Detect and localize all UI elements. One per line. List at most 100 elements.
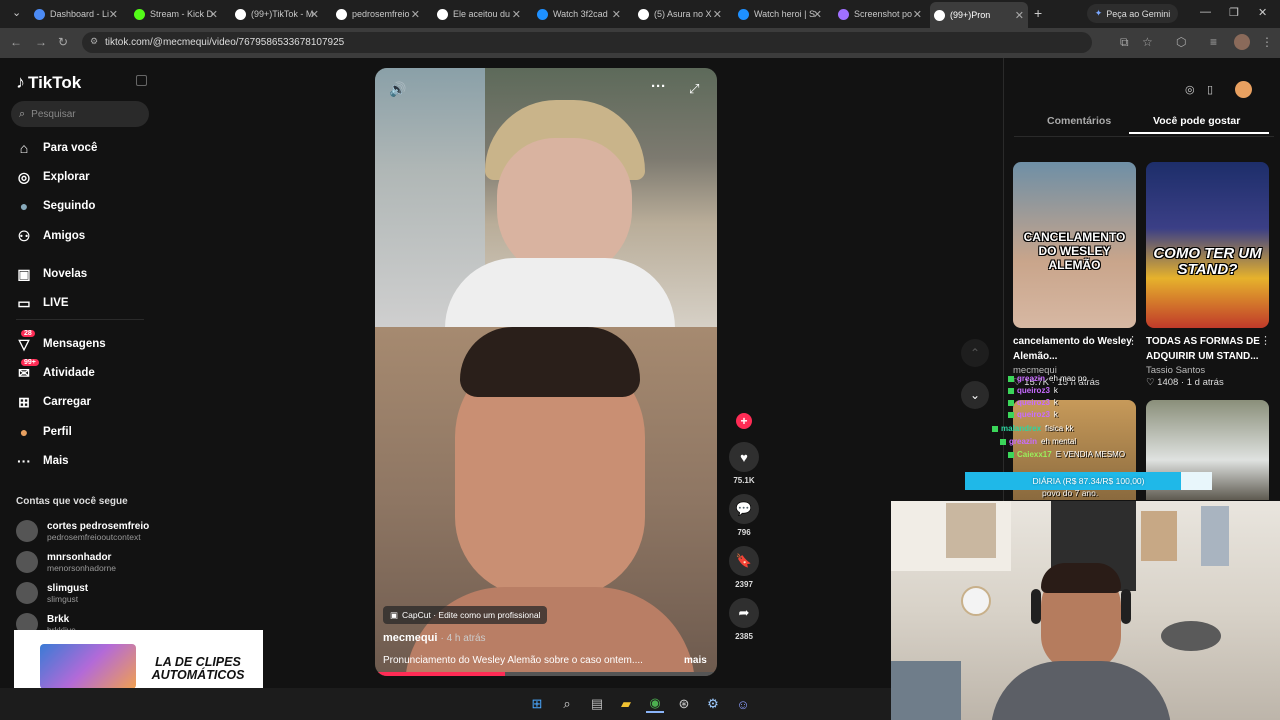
forward-button[interactable]: → bbox=[35, 35, 47, 49]
nav-item[interactable]: ⌂ Para você bbox=[16, 140, 98, 156]
browser-tab[interactable]: (5) Asura no X ✕ bbox=[634, 4, 726, 24]
nav-item[interactable]: ▣ Novelas bbox=[16, 266, 87, 282]
upload-icon: ⊞ bbox=[18, 393, 30, 410]
video-author[interactable]: mecmequi bbox=[383, 632, 437, 644]
obs-taskbar-icon[interactable]: ⊛ bbox=[675, 695, 693, 713]
capcut-text: CapCut · Edite como um profissional bbox=[402, 610, 541, 620]
maximize-button[interactable]: ❐ bbox=[1229, 6, 1239, 19]
close-tab-icon[interactable]: ✕ bbox=[209, 8, 218, 21]
card-options-icon[interactable]: ⋮ bbox=[1260, 334, 1271, 347]
following-account[interactable]: slimgust slimgust bbox=[16, 582, 88, 604]
windows-start-icon[interactable]: ⊞ bbox=[528, 695, 546, 713]
following-account[interactable]: mnrsonhador menorsonhadorne bbox=[16, 551, 116, 573]
search-input[interactable]: ⌕ Pesquisar bbox=[11, 101, 149, 127]
steam-taskbar-icon[interactable]: ⚙ bbox=[704, 695, 722, 713]
video-progress-track[interactable] bbox=[375, 672, 717, 676]
tab-groups-icon[interactable]: ≡ bbox=[1210, 35, 1217, 49]
save-action[interactable]: 🔖 2397 bbox=[728, 546, 760, 589]
nav-item[interactable]: ● Seguindo bbox=[16, 198, 96, 214]
recommended-card[interactable]: COMO TER UM STAND? TODAS AS FORMAS DE AD… bbox=[1146, 162, 1269, 388]
bookmark-icon[interactable]: 🔖 bbox=[729, 546, 759, 576]
chrome-taskbar-icon[interactable]: ◉ bbox=[646, 695, 664, 713]
tab-search-icon[interactable]: ⌄ bbox=[12, 6, 21, 19]
nav-item[interactable]: ··· Mais bbox=[16, 453, 69, 469]
profile-avatar[interactable] bbox=[1234, 34, 1250, 50]
volume-icon[interactable]: 🔊 bbox=[389, 81, 406, 98]
file-explorer-icon[interactable]: ▰ bbox=[617, 695, 635, 713]
previous-video-button[interactable]: ⌃ bbox=[961, 339, 989, 367]
new-tab-button[interactable]: + bbox=[1034, 5, 1042, 21]
nav-item[interactable]: ⊞ Carregar bbox=[16, 394, 91, 410]
fullscreen-icon[interactable]: ⤢ bbox=[689, 81, 699, 97]
nav-item[interactable]: ▽ Mensagens 28 bbox=[16, 330, 106, 352]
close-tab-icon[interactable]: ✕ bbox=[612, 8, 621, 21]
back-button[interactable]: ← bbox=[10, 35, 22, 49]
close-tab-icon[interactable]: ✕ bbox=[512, 8, 521, 21]
browser-tab[interactable]: Screenshot po ✕ bbox=[834, 4, 926, 24]
browser-tab[interactable]: pedrosemfreio ✕ bbox=[332, 4, 424, 24]
video-more-icon[interactable]: ··· bbox=[651, 78, 666, 95]
video-player[interactable]: 🔊 ··· ⤢ ▣ CapCut · Edite como um profiss… bbox=[375, 68, 717, 676]
nav-item[interactable]: ● Perfil bbox=[16, 424, 72, 440]
tiktok-note-icon: ♪ bbox=[16, 72, 25, 92]
browser-tab[interactable]: Stream - Kick D ✕ bbox=[130, 4, 222, 24]
search-placeholder: Pesquisar bbox=[31, 108, 76, 120]
chat-badge-icon bbox=[1008, 399, 1014, 406]
taskbar-search-icon[interactable]: ⌕ bbox=[558, 695, 576, 713]
nav-item[interactable]: ◎ Explorar bbox=[16, 169, 90, 185]
collapse-sidebar-icon[interactable] bbox=[136, 75, 147, 86]
close-tab-icon[interactable]: ✕ bbox=[411, 8, 420, 21]
extensions-icon[interactable]: ⬡ bbox=[1176, 35, 1186, 49]
site-info-icon[interactable]: ⚙ bbox=[90, 36, 98, 47]
capcut-badge[interactable]: ▣ CapCut · Edite como um profissional bbox=[383, 606, 548, 624]
comment-action[interactable]: 💬 796 bbox=[728, 494, 760, 537]
user-avatar[interactable] bbox=[1235, 81, 1252, 98]
browser-tab[interactable]: Dashboard - Li ✕ bbox=[30, 4, 122, 24]
heart-icon[interactable]: ♥ bbox=[729, 442, 759, 472]
tab-comments[interactable]: Comentários bbox=[1047, 115, 1111, 127]
tab-favicon-icon bbox=[738, 8, 749, 20]
device-icon[interactable]: ▯ bbox=[1207, 83, 1213, 96]
browser-tab[interactable]: Watch 3f2cad ✕ bbox=[533, 4, 625, 24]
card-options-icon[interactable]: ⋮ bbox=[1127, 334, 1138, 347]
nav-item[interactable]: ⚇ Amigos bbox=[16, 228, 85, 244]
tab-you-may-like[interactable]: Você pode gostar bbox=[1153, 115, 1240, 127]
tiktok-logo[interactable]: ♪ TikTok bbox=[16, 72, 81, 93]
gemini-button[interactable]: ✦ Peça ao Gemini bbox=[1087, 4, 1178, 23]
share-icon[interactable]: ➦ bbox=[729, 598, 759, 628]
avatar bbox=[16, 551, 38, 573]
comment-icon[interactable]: 💬 bbox=[729, 494, 759, 524]
recommended-card[interactable]: CANCELAMENTO DO WESLEY ALEMÃO cancelamen… bbox=[1013, 162, 1136, 388]
browser-tab[interactable]: Watch heroi | S ✕ bbox=[734, 4, 826, 24]
browser-tab[interactable]: (99+)Pron ✕ bbox=[930, 2, 1028, 28]
bookmark-star-icon[interactable]: ☆ bbox=[1142, 35, 1153, 49]
card-author[interactable]: Tassio Santos bbox=[1146, 365, 1269, 376]
notification-badge: 99+ bbox=[21, 359, 39, 366]
minimize-button[interactable]: — bbox=[1200, 6, 1211, 18]
nav-item[interactable]: ▭ LIVE bbox=[16, 295, 68, 311]
caption-more-button[interactable]: mais bbox=[684, 655, 707, 666]
browser-menu-icon[interactable]: ⋮ bbox=[1261, 35, 1273, 49]
share-action[interactable]: ➦ 2385 bbox=[728, 598, 760, 641]
like-action[interactable]: ♥ 75.1K bbox=[728, 442, 760, 485]
browser-tab[interactable]: (99+)TikTok - M ✕ bbox=[231, 4, 323, 24]
video-time: · 4 h atrás bbox=[440, 633, 486, 644]
browser-tab[interactable]: Ele aceitou du ✕ bbox=[433, 4, 525, 24]
follow-plus-button[interactable]: + bbox=[736, 413, 752, 429]
close-tab-icon[interactable]: ✕ bbox=[1015, 9, 1024, 22]
task-view-icon[interactable]: ▤ bbox=[588, 695, 606, 713]
close-tab-icon[interactable]: ✕ bbox=[913, 8, 922, 21]
next-video-button[interactable]: ⌄ bbox=[961, 381, 989, 409]
close-tab-icon[interactable]: ✕ bbox=[109, 8, 118, 21]
discord-taskbar-icon[interactable]: ☺ bbox=[734, 695, 752, 713]
explore-icon[interactable]: ◎ bbox=[1185, 83, 1195, 96]
following-account[interactable]: cortes pedrosemfreio pedrosemfreiooutcont… bbox=[16, 520, 149, 542]
install-app-icon[interactable]: ⧉ bbox=[1120, 35, 1129, 50]
reload-button[interactable]: ↻ bbox=[58, 35, 68, 49]
close-tab-icon[interactable]: ✕ bbox=[713, 8, 722, 21]
nav-item[interactable]: ✉ Atividade 99+ bbox=[16, 359, 95, 381]
close-tab-icon[interactable]: ✕ bbox=[310, 8, 319, 21]
close-window-button[interactable]: ✕ bbox=[1258, 6, 1267, 19]
url-input[interactable]: ⚙ tiktok.com/@mecmequi/video/76795865336… bbox=[82, 32, 1092, 53]
close-tab-icon[interactable]: ✕ bbox=[813, 8, 822, 21]
